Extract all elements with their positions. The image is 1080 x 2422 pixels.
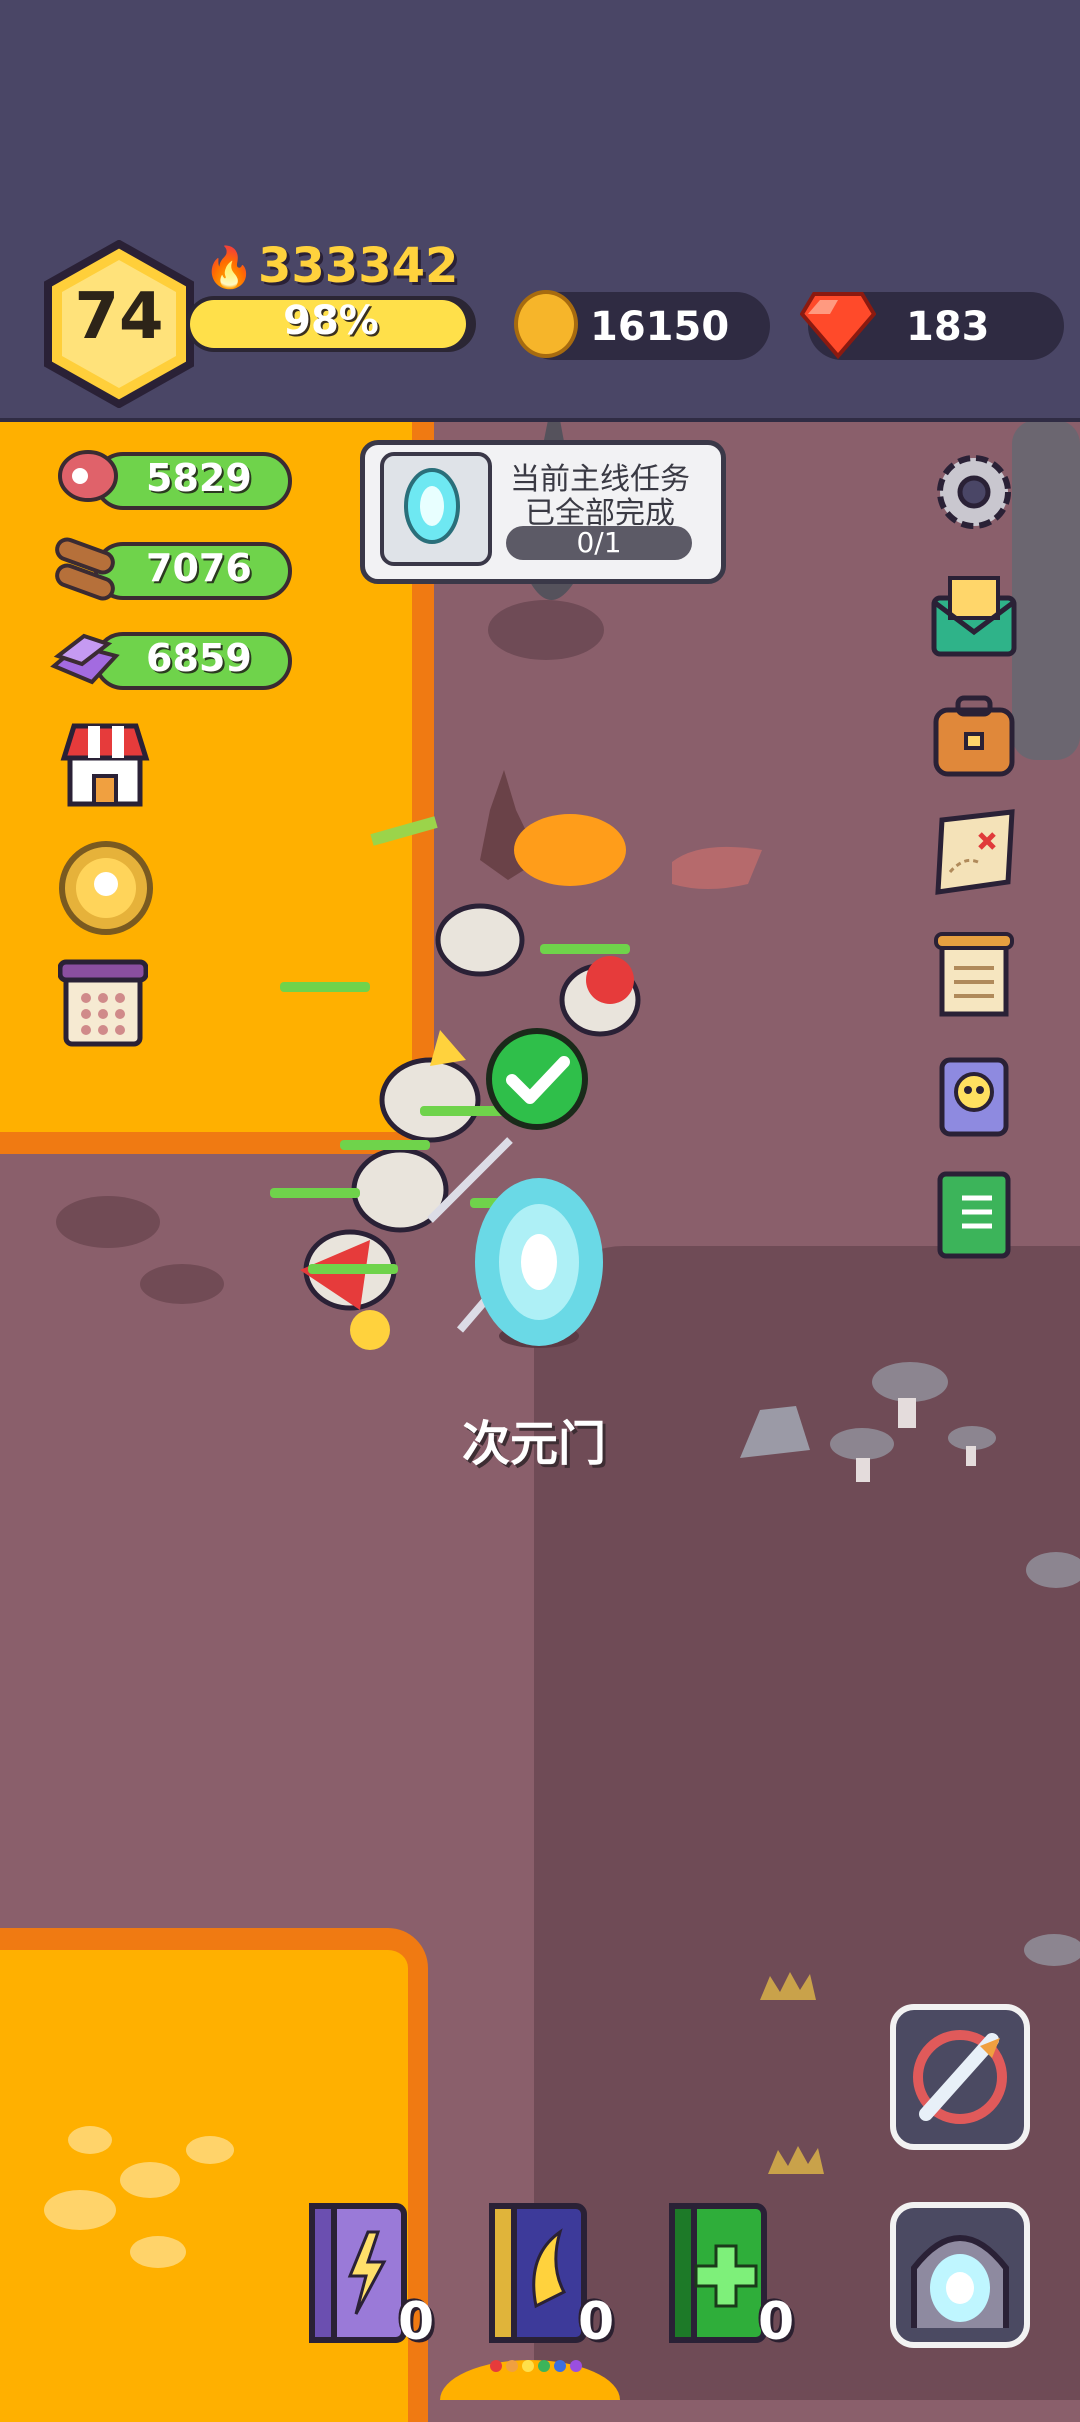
auto-battle-button[interactable] [890,2004,1030,2150]
ore-icon [50,633,120,685]
player-level: 74 [74,280,164,354]
gem-amount: 183 [906,304,990,350]
wood-amount: 7076 [146,546,252,590]
calendar-icon[interactable] [58,958,148,1048]
dimension-gate-button[interactable] [890,2202,1030,2348]
wood-icon [55,537,115,601]
ore-amount: 6859 [146,636,252,680]
meat-amount: 5829 [146,456,252,500]
quest-portal-icon [380,452,492,566]
bag-icon[interactable] [928,690,1020,782]
lightning-book-count: 0 [398,2292,435,2352]
fight-icon [913,2030,1007,2124]
meat-icon [58,450,118,502]
bottom-lava-bubble [440,2360,620,2400]
shop-icon[interactable] [60,720,150,810]
gate-icon [911,2235,1009,2328]
fire-icon: 🔥 [204,245,254,291]
coin-amount: 16150 [590,304,730,350]
heal-book-icon[interactable] [666,2196,770,2346]
check-icon [486,1028,588,1130]
gem-icon [800,292,876,360]
heal-book-count: 0 [758,2292,795,2352]
lava-pool-bottom [0,1928,428,2422]
skull-card-icon[interactable] [928,1046,1020,1138]
xp-percent: 98% [283,298,379,344]
portal-icon[interactable] [472,1176,606,1352]
wing-book-icon[interactable] [486,2196,590,2346]
notes-icon[interactable] [928,928,1020,1020]
map-icon[interactable] [928,806,1020,898]
quest-progress: 0/1 [506,526,692,560]
coin-icon [514,290,578,358]
portal-label: 次元门 [462,1416,607,1472]
mail-icon[interactable] [928,568,1020,660]
combat-power: 333342 [258,238,459,294]
book-icon[interactable] [928,1168,1020,1260]
lightning-book-icon[interactable] [306,2196,410,2346]
medal-icon[interactable] [56,838,156,938]
settings-icon[interactable] [928,446,1020,538]
